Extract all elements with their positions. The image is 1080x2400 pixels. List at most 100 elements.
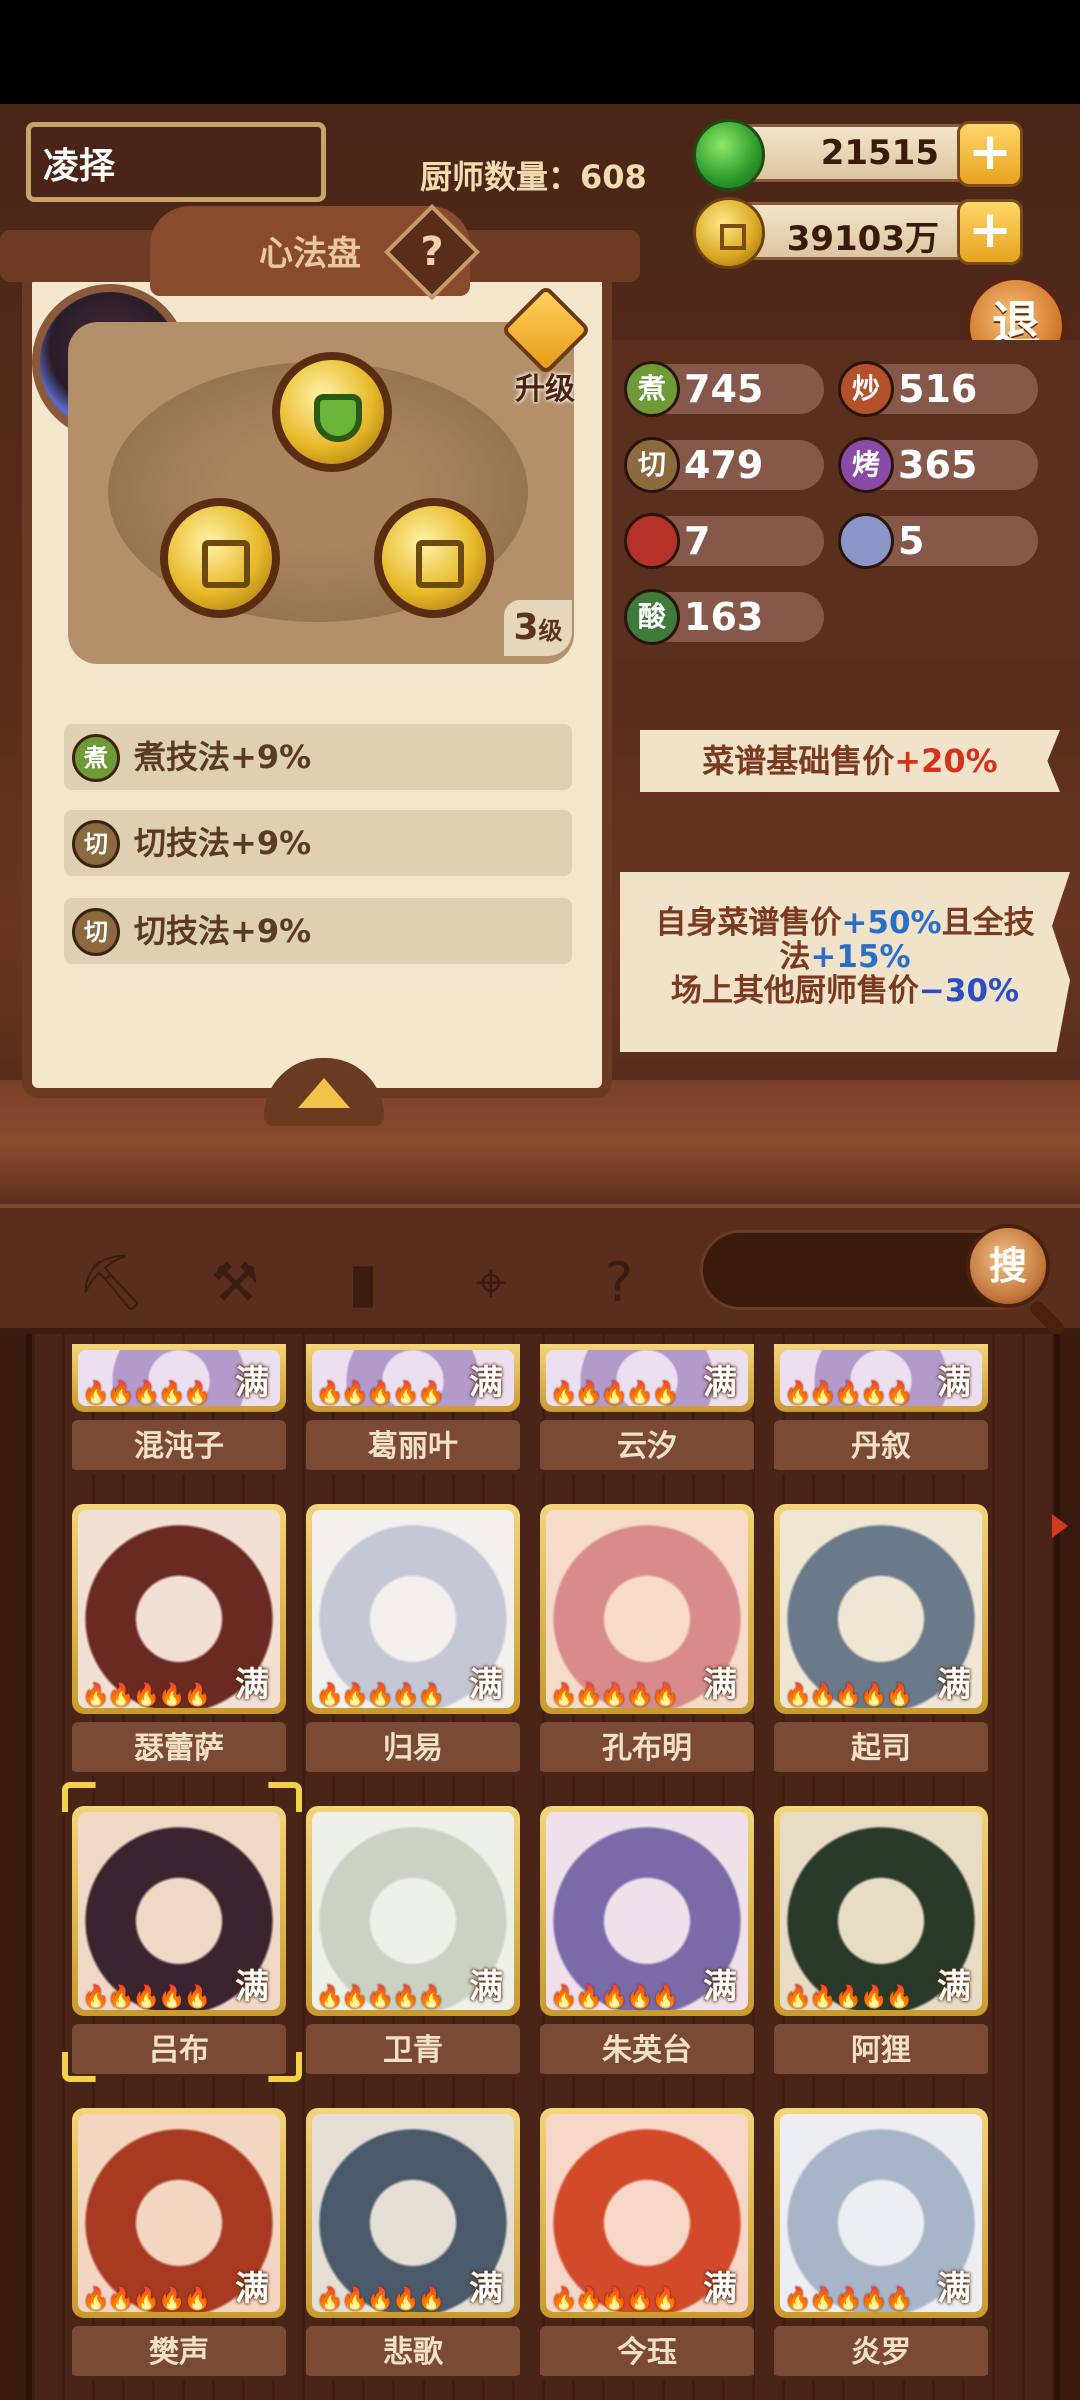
add-jade-button[interactable]: +	[957, 121, 1023, 187]
chef-count: 厨师数量：608	[420, 158, 647, 196]
chef-portrait: 🔥🔥🔥🔥🔥 满	[540, 1344, 754, 1412]
chef-portrait: 🔥🔥🔥🔥🔥 满	[774, 1504, 988, 1714]
chef-portrait: 🔥🔥🔥🔥🔥 满	[774, 1806, 988, 2016]
coin-icon	[693, 197, 765, 269]
chef-portrait: 🔥🔥🔥🔥🔥 满	[72, 1344, 286, 1412]
location-icon[interactable]: ⌖	[456, 1248, 526, 1318]
stat-value: 745	[684, 367, 764, 411]
flame-stars-icon: 🔥🔥🔥🔥🔥	[784, 1985, 913, 2010]
max-level-badge: 满	[937, 1665, 971, 1705]
max-level-badge: 满	[469, 1363, 503, 1403]
stat-meat: 7	[624, 513, 824, 569]
map-question-icon[interactable]: ?	[584, 1248, 654, 1318]
disc-level: 3级	[504, 600, 572, 656]
max-level-badge: 满	[469, 2269, 503, 2309]
chef-portrait: 🔥🔥🔥🔥🔥 满	[306, 1806, 520, 2016]
max-level-badge: 满	[937, 1363, 971, 1403]
max-level-badge: 满	[703, 2269, 737, 2309]
max-level-badge: 满	[469, 1967, 503, 2007]
up-arrow-icon	[500, 284, 592, 376]
chef-name: 炎罗	[774, 2326, 988, 2380]
chef-name: 瑟蕾萨	[72, 1722, 286, 1776]
stat-value: 516	[898, 367, 978, 411]
bonus-value: +50%	[841, 905, 942, 941]
stat-boil: 煮 745	[624, 361, 824, 417]
bonus-value: +15%	[810, 939, 911, 975]
chef-name: 孔布明	[540, 1722, 754, 1776]
flame-stars-icon: 🔥🔥🔥🔥🔥	[550, 1381, 679, 1406]
shovel-icon[interactable]: ⛏	[76, 1248, 146, 1318]
scroll-right-icon[interactable]	[1052, 1514, 1068, 1538]
chef-portrait: 🔥🔥🔥🔥🔥 满	[306, 1504, 520, 1714]
bonus-text: 菜谱基础售价	[702, 742, 895, 780]
meat-icon	[624, 513, 680, 569]
chef-portrait: 🔥🔥🔥🔥🔥 满	[540, 1504, 754, 1714]
skill-text: 切技法+9%	[134, 824, 312, 862]
counter-floor	[0, 1080, 1080, 1210]
add-coins-button[interactable]: +	[957, 199, 1023, 265]
chef-portrait: 🔥🔥🔥🔥🔥 满	[72, 1504, 286, 1714]
jar-icon[interactable]: ▮	[328, 1248, 398, 1318]
jade-amount: 21515	[820, 133, 939, 173]
bake-icon: 烤	[838, 437, 894, 493]
max-level-badge: 满	[937, 1967, 971, 2007]
chef-name: 云汐	[540, 1420, 754, 1474]
flame-stars-icon: 🔥🔥🔥🔥🔥	[316, 1381, 445, 1406]
skill-row: 切切技法+9%	[64, 810, 572, 876]
restaurant-name-box[interactable]: 凌择	[26, 122, 326, 202]
method-slot-cut-1[interactable]	[160, 498, 280, 618]
cut-icon: 切	[72, 820, 120, 868]
stat-value: 479	[684, 443, 764, 487]
jade-icon	[693, 119, 765, 191]
selected-chef-frame	[62, 1782, 302, 2082]
chef-name: 丹叙	[774, 1420, 988, 1474]
method-slot-boil[interactable]	[272, 352, 392, 472]
chef-name: 起司	[774, 1722, 988, 1776]
chef-name: 卫青	[306, 2024, 520, 2078]
cut-icon: 切	[72, 908, 120, 956]
chef-portrait: 🔥🔥🔥🔥🔥 满	[306, 1344, 520, 1412]
stat-value: 5	[898, 519, 925, 563]
stat-value: 163	[684, 595, 764, 639]
game-screen: 凌择 厨师数量：608 21515 + 39103万 + 退 煮 745 炒 516…	[0, 0, 1080, 2400]
max-level-badge: 满	[703, 1363, 737, 1403]
chef-name: 归易	[306, 1722, 520, 1776]
sour-icon: 酸	[624, 589, 680, 645]
bonus-line-3: 场上其他厨师售价−30%	[620, 974, 1070, 1008]
flame-stars-icon: 🔥🔥🔥🔥🔥	[784, 1683, 913, 1708]
max-level-badge: 满	[703, 1967, 737, 2007]
chef-name: 朱英台	[540, 2024, 754, 2078]
chef-portrait: 🔥🔥🔥🔥🔥 满	[540, 2108, 754, 2318]
chef-name: 樊声	[72, 2326, 286, 2380]
stat-fish: 5	[838, 513, 1038, 569]
upgrade-label: 升级	[515, 372, 575, 407]
bonus-text: 自身菜谱售价	[655, 905, 842, 941]
coin-currency: 39103万 +	[693, 197, 1023, 269]
boil-icon: 煮	[72, 734, 120, 782]
chef-name: 混沌子	[72, 1420, 286, 1474]
skill-text: 煮技法+9%	[134, 738, 312, 776]
restaurant-name: 凌择	[43, 146, 116, 187]
skill-row: 煮煮技法+9%	[64, 724, 572, 790]
max-level-badge: 满	[937, 2269, 971, 2309]
chef-portrait: 🔥🔥🔥🔥🔥 满	[540, 1806, 754, 2016]
method-slot-cut-2[interactable]	[374, 498, 494, 618]
filter-toolbar: ⛏ ⚒ ▮ ⌖ ? 搜	[0, 1204, 1080, 1334]
flame-stars-icon: 🔥🔥🔥🔥🔥	[82, 1381, 211, 1406]
flame-stars-icon: 🔥🔥🔥🔥🔥	[316, 2287, 445, 2312]
upgrade-button[interactable]: 升级	[492, 284, 598, 414]
coin-amount: 39103万	[786, 219, 939, 259]
tool-icon[interactable]: ⚒	[200, 1248, 270, 1318]
search-button[interactable]: 搜	[966, 1224, 1050, 1308]
cut-icon: 切	[624, 437, 680, 493]
flame-stars-icon: 🔥🔥🔥🔥🔥	[316, 1985, 445, 2010]
recipe-price-bonus: 菜谱基础售价+20%	[640, 730, 1060, 792]
skill-text: 切技法+9%	[134, 912, 312, 950]
stat-bake: 烤 365	[838, 437, 1038, 493]
chef-name: 今珏	[540, 2326, 754, 2380]
max-level-badge: 满	[235, 1363, 269, 1403]
chef-portrait: 🔥🔥🔥🔥🔥 满	[72, 2108, 286, 2318]
chef-portrait: 🔥🔥🔥🔥🔥 满	[306, 2108, 520, 2318]
stat-value: 365	[898, 443, 978, 487]
boil-icon: 煮	[624, 361, 680, 417]
